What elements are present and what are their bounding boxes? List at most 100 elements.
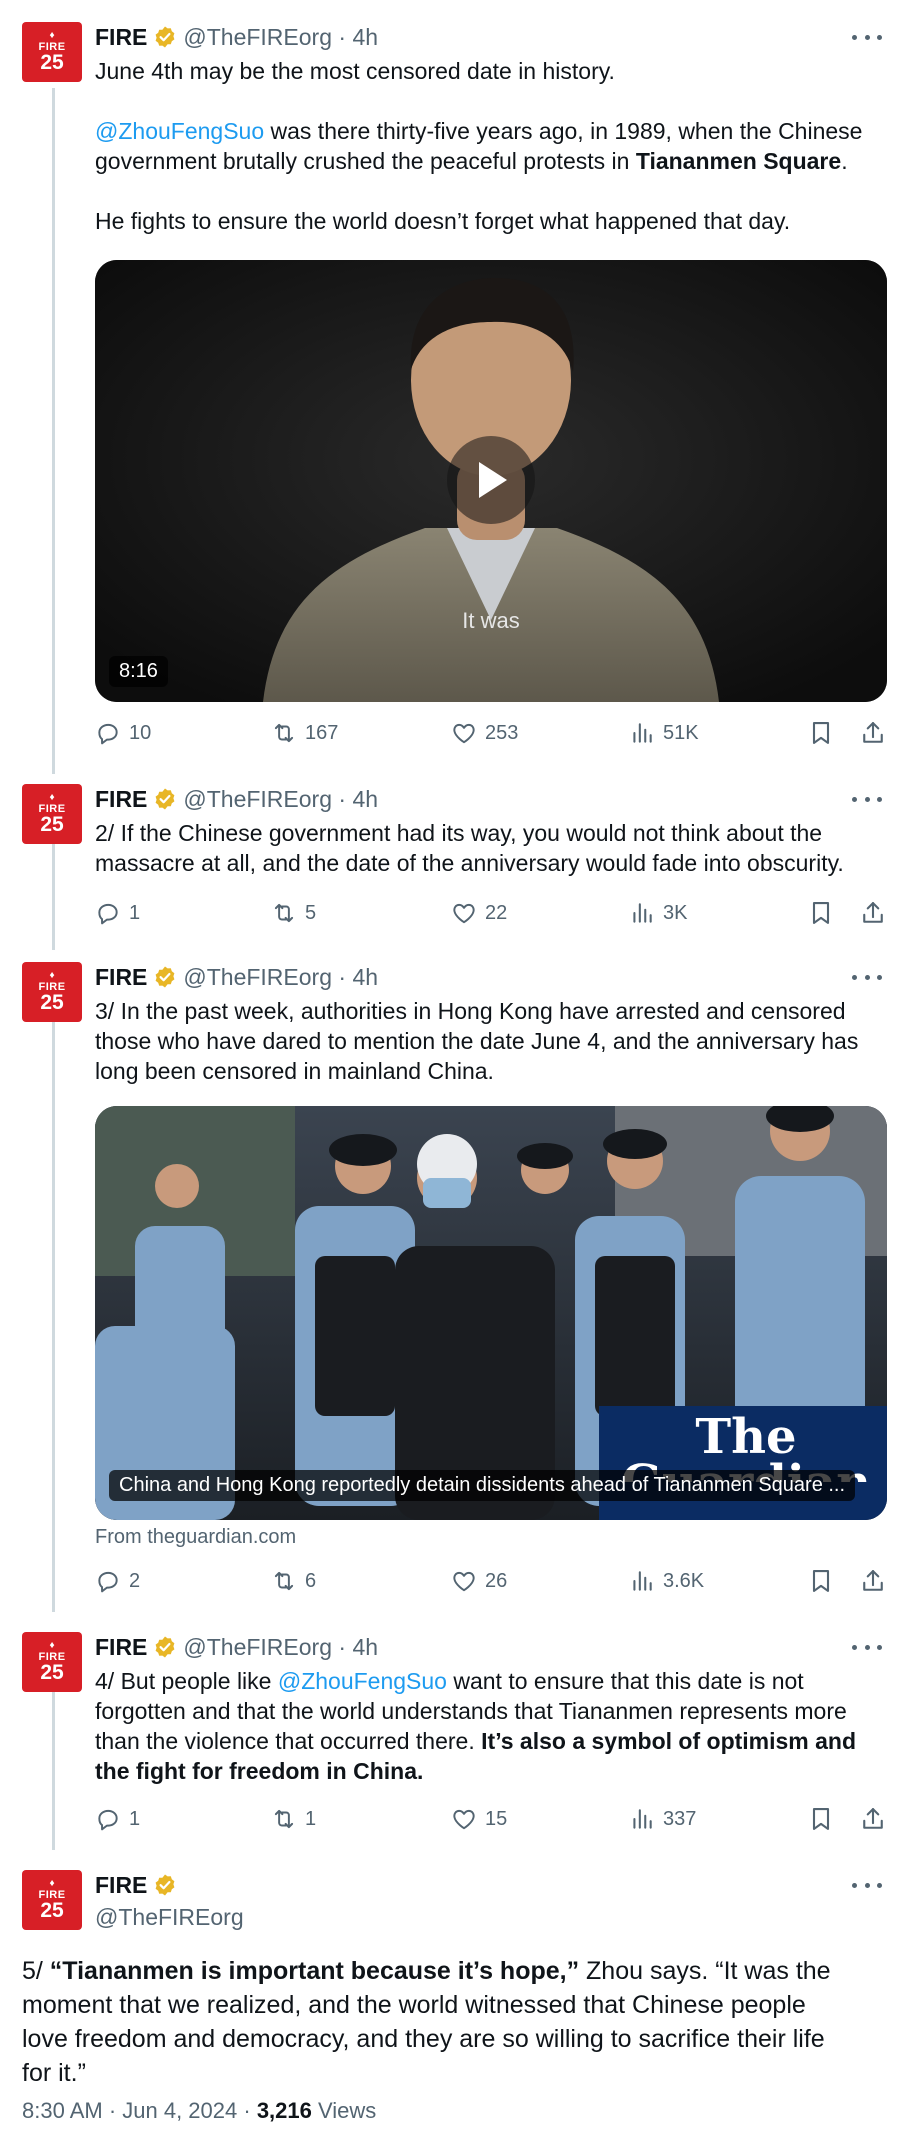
views-button[interactable]: 51K bbox=[629, 716, 699, 750]
reply-button[interactable]: 1 bbox=[95, 1802, 140, 1836]
text-line: 5/ “Tiananmen is important because it’s … bbox=[22, 1956, 888, 1990]
reply-count: 10 bbox=[129, 721, 152, 744]
author-name[interactable]: FIRE bbox=[95, 964, 147, 991]
more-icon[interactable] bbox=[852, 789, 882, 809]
reply-icon bbox=[95, 1806, 129, 1832]
author-handle[interactable]: @TheFIREorg bbox=[95, 1902, 244, 1932]
tweet-time[interactable]: 4h bbox=[352, 964, 378, 991]
share-icon[interactable] bbox=[859, 1805, 887, 1838]
author-handle[interactable]: @TheFIREorg bbox=[183, 24, 332, 51]
repost-button[interactable]: 167 bbox=[271, 716, 338, 750]
bookmark-icon[interactable] bbox=[807, 719, 835, 752]
text-segment: was there thirty-five years ago, in 1989… bbox=[264, 118, 863, 144]
timestamp-views: 8:30 AM · Jun 4, 2024 · 3,216 Views bbox=[22, 2098, 376, 2124]
repost-button[interactable]: 1 bbox=[271, 1802, 316, 1836]
author-handle[interactable]: @TheFIREorg bbox=[183, 786, 332, 813]
tweet-header: FIRE @TheFIREorg · 4h bbox=[95, 22, 378, 52]
dot-separator: · bbox=[332, 23, 353, 50]
text-segment: want to ensure that this date is not bbox=[446, 1668, 804, 1694]
dot-separator: · bbox=[332, 963, 353, 990]
card-source[interactable]: From theguardian.com bbox=[95, 1526, 296, 1549]
thread-line bbox=[52, 1676, 55, 1850]
dot-separator: · bbox=[332, 785, 353, 812]
tweet-time[interactable]: 4h bbox=[352, 1634, 378, 1661]
bold-text: Tiananmen Square bbox=[635, 148, 842, 174]
video-duration: 8:16 bbox=[109, 656, 168, 687]
tweet-text: 5/ “Tiananmen is important because it’s … bbox=[22, 1956, 888, 2092]
views-count: 3,216 bbox=[256, 2098, 312, 2123]
text-segment: than the violence that occurred there. bbox=[95, 1728, 482, 1754]
author-name[interactable]: FIRE bbox=[95, 24, 147, 51]
avatar[interactable]: ♦ FIRE 25 bbox=[22, 1870, 82, 1930]
reply-icon bbox=[95, 1568, 129, 1594]
views-count: 3.6K bbox=[663, 1569, 705, 1592]
mention-link[interactable]: @ZhouFengSuo bbox=[95, 118, 264, 144]
more-icon[interactable] bbox=[852, 1637, 882, 1657]
avatar-number: 25 bbox=[40, 991, 64, 1014]
avatar[interactable]: ♦ FIRE 25 bbox=[22, 1632, 82, 1692]
tweet-text: June 4th may be the most censored date i… bbox=[95, 56, 885, 236]
author-name[interactable]: FIRE bbox=[95, 1634, 147, 1661]
views-count: 3K bbox=[663, 901, 688, 924]
views-icon bbox=[629, 900, 663, 926]
text-line: He fights to ensure the world doesn’t fo… bbox=[95, 206, 885, 236]
text-line: love freedom and democracy, and they are… bbox=[22, 2024, 888, 2058]
play-icon[interactable] bbox=[447, 436, 535, 524]
reply-count: 1 bbox=[129, 901, 141, 924]
avatar[interactable]: ♦ FIRE 25 bbox=[22, 962, 82, 1022]
link-card[interactable]: The Guardian China and Hong Kong reporte… bbox=[95, 1106, 887, 1520]
reply-icon bbox=[95, 720, 129, 746]
author-name[interactable]: FIRE bbox=[95, 1872, 147, 1899]
flame-icon: ♦ bbox=[49, 1640, 55, 1651]
avatar-number: 25 bbox=[40, 51, 64, 74]
flame-icon: ♦ bbox=[49, 970, 55, 981]
flame-icon: ♦ bbox=[49, 30, 55, 41]
like-icon bbox=[451, 1568, 485, 1594]
reply-count: 1 bbox=[129, 1807, 141, 1830]
reply-button[interactable]: 2 bbox=[95, 1564, 140, 1598]
like-count: 22 bbox=[485, 901, 508, 924]
bookmark-icon[interactable] bbox=[807, 1567, 835, 1600]
mention-link[interactable]: @ZhouFengSuo bbox=[278, 1668, 447, 1694]
bookmark-icon[interactable] bbox=[807, 899, 835, 932]
guardian-logo-line1: The bbox=[695, 1409, 797, 1465]
repost-button[interactable]: 6 bbox=[271, 1564, 316, 1598]
views-button[interactable]: 3.6K bbox=[629, 1564, 704, 1598]
like-button[interactable]: 26 bbox=[451, 1564, 507, 1598]
more-icon[interactable] bbox=[852, 967, 882, 987]
author-handle[interactable]: @TheFIREorg bbox=[183, 1634, 332, 1661]
tweet-time[interactable]: 4h bbox=[352, 24, 378, 51]
views-button[interactable]: 3K bbox=[629, 896, 687, 930]
timestamp[interactable]: 8:30 AM · Jun 4, 2024 · bbox=[22, 2098, 257, 2123]
reply-button[interactable]: 1 bbox=[95, 896, 140, 930]
like-button[interactable]: 15 bbox=[451, 1802, 507, 1836]
verified-badge-icon bbox=[153, 1635, 177, 1659]
like-icon bbox=[451, 720, 485, 746]
bookmark-icon[interactable] bbox=[807, 1805, 835, 1838]
repost-count: 5 bbox=[305, 901, 317, 924]
share-icon[interactable] bbox=[859, 899, 887, 932]
tweet-time[interactable]: 4h bbox=[352, 786, 378, 813]
avatar-number: 25 bbox=[40, 813, 64, 836]
video-player[interactable]: It was 8:16 bbox=[95, 260, 887, 702]
like-button[interactable]: 253 bbox=[451, 716, 518, 750]
avatar[interactable]: ♦ FIRE 25 bbox=[22, 784, 82, 844]
like-count: 15 bbox=[485, 1807, 508, 1830]
author-handle[interactable]: @TheFIREorg bbox=[183, 964, 332, 991]
reply-button[interactable]: 10 bbox=[95, 716, 151, 750]
tweet-text: 4/ But people like @ZhouFengSuo want to … bbox=[95, 1666, 885, 1786]
like-button[interactable]: 22 bbox=[451, 896, 507, 930]
views-button[interactable]: 337 bbox=[629, 1802, 696, 1836]
more-icon[interactable] bbox=[852, 1875, 882, 1895]
verified-badge-icon bbox=[153, 25, 177, 49]
like-count: 253 bbox=[485, 721, 519, 744]
text-line: for it.” bbox=[22, 2058, 888, 2092]
text-line: those who have dared to mention the date… bbox=[95, 1026, 885, 1056]
share-icon[interactable] bbox=[859, 1567, 887, 1600]
author-name[interactable]: FIRE bbox=[95, 786, 147, 813]
verified-badge-icon bbox=[153, 1873, 177, 1897]
avatar[interactable]: ♦ FIRE 25 bbox=[22, 22, 82, 82]
share-icon[interactable] bbox=[859, 719, 887, 752]
more-icon[interactable] bbox=[852, 27, 882, 47]
repost-button[interactable]: 5 bbox=[271, 896, 316, 930]
